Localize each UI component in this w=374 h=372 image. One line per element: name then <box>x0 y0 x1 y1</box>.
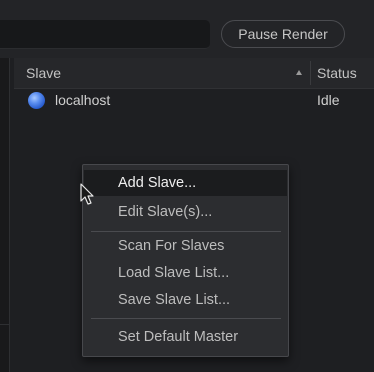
slave-host-name: localhost <box>55 92 111 108</box>
pause-render-button[interactable]: Pause Render <box>221 20 345 48</box>
slave-status: Idle <box>317 92 340 108</box>
column-divider[interactable] <box>310 61 311 85</box>
menu-item-save-slave-list[interactable]: Save Slave List... <box>84 287 287 313</box>
menu-item-add-slave[interactable]: Add Slave... <box>84 170 287 196</box>
left-panel-edge <box>0 58 10 372</box>
panel-divider <box>0 324 9 325</box>
render-path-field[interactable] <box>0 20 210 49</box>
menu-item-scan-for-slaves[interactable]: Scan For Slaves <box>84 233 287 259</box>
menu-separator <box>91 318 281 319</box>
context-menu: Add Slave... Edit Slave(s)... Scan For S… <box>82 164 289 357</box>
menu-item-set-default-master[interactable]: Set Default Master <box>84 324 287 350</box>
mouse-pointer-icon <box>80 183 94 205</box>
table-row[interactable]: localhost Idle <box>14 88 374 114</box>
menu-separator <box>91 231 281 232</box>
column-header-slave[interactable]: Slave <box>26 65 61 81</box>
menu-item-load-slave-list[interactable]: Load Slave List... <box>84 260 287 286</box>
sort-ascending-icon[interactable] <box>296 70 302 75</box>
menu-item-edit-slaves[interactable]: Edit Slave(s)... <box>84 199 287 225</box>
column-header-status[interactable]: Status <box>317 65 357 81</box>
status-dot-icon <box>28 92 45 109</box>
render-toolbar: Pause Render <box>0 0 374 58</box>
slave-list-header: Slave Status <box>14 58 374 89</box>
